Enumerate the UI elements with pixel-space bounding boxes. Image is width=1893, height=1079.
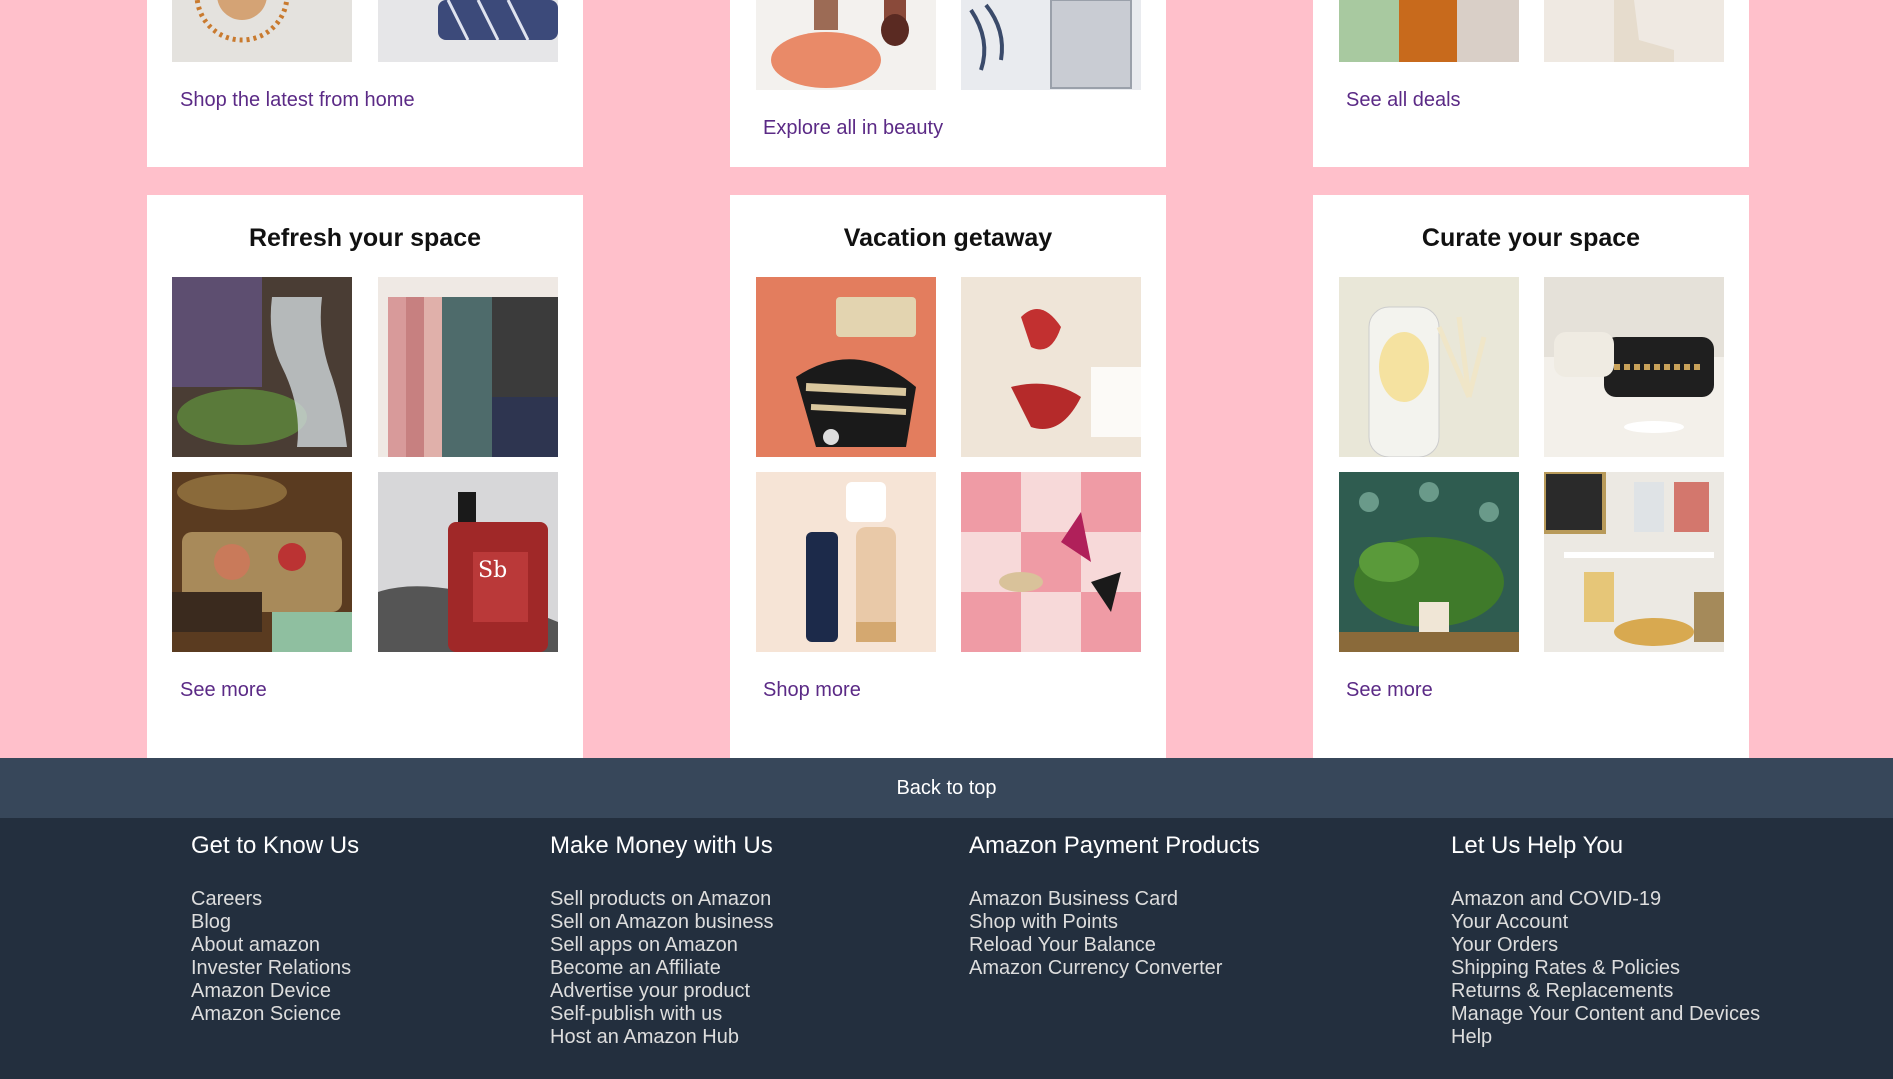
- card-title: Refresh your space: [248, 224, 482, 252]
- explore-beauty-link[interactable]: Explore all in beauty: [763, 117, 943, 140]
- footer-column-get-to-know-us: Get to Know Us Careers Blog About amazon…: [191, 818, 359, 1026]
- product-image[interactable]: [1544, 0, 1724, 62]
- product-image[interactable]: [378, 277, 558, 457]
- back-to-top-label: Back to top: [896, 776, 997, 799]
- footer-column-payment-products: Amazon Payment Products Amazon Business …: [969, 818, 1260, 980]
- footer-link-careers[interactable]: Careers: [191, 888, 359, 911]
- footer: Get to Know Us Careers Blog About amazon…: [0, 818, 1893, 1079]
- footer-column-heading: Amazon Payment Products: [969, 832, 1260, 859]
- card-title: Curate your space: [1421, 224, 1641, 252]
- footer-link-currency-converter[interactable]: Amazon Currency Converter: [969, 957, 1260, 980]
- footer-link-amazon-science[interactable]: Amazon Science: [191, 1003, 359, 1026]
- footer-link-help[interactable]: Help: [1451, 1026, 1760, 1049]
- product-image[interactable]: [1339, 0, 1519, 62]
- svg-text:Sb: Sb: [478, 558, 507, 583]
- product-image[interactable]: [961, 0, 1141, 90]
- footer-link-covid[interactable]: Amazon and COVID-19: [1451, 888, 1760, 911]
- footer-link-your-orders[interactable]: Your Orders: [1451, 934, 1760, 957]
- product-image[interactable]: [172, 277, 352, 457]
- see-more-link[interactable]: See more: [180, 679, 267, 702]
- footer-link-blog[interactable]: Blog: [191, 911, 359, 934]
- footer-link-reload-balance[interactable]: Reload Your Balance: [969, 934, 1260, 957]
- product-image[interactable]: [756, 0, 936, 90]
- footer-link-shop-with-points[interactable]: Shop with Points: [969, 911, 1260, 934]
- footer-link-investor-relations[interactable]: Invester Relations: [191, 957, 359, 980]
- footer-link-amazon-device[interactable]: Amazon Device: [191, 980, 359, 1003]
- top-card-deals: See all deals: [1313, 0, 1749, 167]
- footer-column-make-money: Make Money with Us Sell products on Amaz…: [550, 818, 773, 1049]
- product-image[interactable]: [961, 277, 1141, 457]
- footer-link-sell-business[interactable]: Sell on Amazon business: [550, 911, 773, 934]
- shop-more-link[interactable]: Shop more: [763, 679, 861, 702]
- product-image[interactable]: Sb: [378, 472, 558, 652]
- footer-link-advertise[interactable]: Advertise your product: [550, 980, 773, 1003]
- footer-link-affiliate[interactable]: Become an Affiliate: [550, 957, 773, 980]
- footer-column-help: Let Us Help You Amazon and COVID-19 Your…: [1451, 818, 1760, 1049]
- footer-link-sell-apps[interactable]: Sell apps on Amazon: [550, 934, 773, 957]
- product-image[interactable]: [1339, 472, 1519, 652]
- footer-column-heading: Make Money with Us: [550, 832, 773, 859]
- footer-column-heading: Get to Know Us: [191, 832, 360, 859]
- footer-link-your-account[interactable]: Your Account: [1451, 911, 1760, 934]
- footer-link-shipping-rates[interactable]: Shipping Rates & Policies: [1451, 957, 1760, 980]
- top-card-beauty: Explore all in beauty: [730, 0, 1166, 167]
- footer-link-sell-products[interactable]: Sell products on Amazon: [550, 888, 773, 911]
- top-card-home: Shop the latest from home: [147, 0, 583, 167]
- card-title: Vacation getaway: [843, 224, 1053, 252]
- see-more-link[interactable]: See more: [1346, 679, 1433, 702]
- card-vacation-getaway: Vacation getaway Shop more: [730, 195, 1166, 758]
- footer-link-returns[interactable]: Returns & Replacements: [1451, 980, 1760, 1003]
- product-image[interactable]: [756, 472, 936, 652]
- see-all-deals-link[interactable]: See all deals: [1346, 89, 1461, 112]
- footer-link-about-amazon[interactable]: About amazon: [191, 934, 359, 957]
- product-image[interactable]: [756, 277, 936, 457]
- product-image[interactable]: [172, 472, 352, 652]
- footer-column-heading: Let Us Help You: [1451, 832, 1624, 859]
- footer-link-amazon-hub[interactable]: Host an Amazon Hub: [550, 1026, 773, 1049]
- product-image[interactable]: [378, 0, 558, 62]
- card-curate-space: Curate your space See more: [1313, 195, 1749, 758]
- footer-link-self-publish[interactable]: Self-publish with us: [550, 1003, 773, 1026]
- shop-latest-home-link[interactable]: Shop the latest from home: [180, 89, 415, 112]
- back-to-top-button[interactable]: Back to top: [0, 758, 1893, 818]
- card-refresh-space: Refresh your space Sb See more: [147, 195, 583, 758]
- product-image[interactable]: [1339, 277, 1519, 457]
- product-image[interactable]: [172, 0, 352, 62]
- product-image[interactable]: [1544, 277, 1724, 457]
- footer-link-manage-content[interactable]: Manage Your Content and Devices: [1451, 1003, 1760, 1026]
- product-image[interactable]: [961, 472, 1141, 652]
- product-image[interactable]: [1544, 472, 1724, 652]
- footer-link-business-card[interactable]: Amazon Business Card: [969, 888, 1260, 911]
